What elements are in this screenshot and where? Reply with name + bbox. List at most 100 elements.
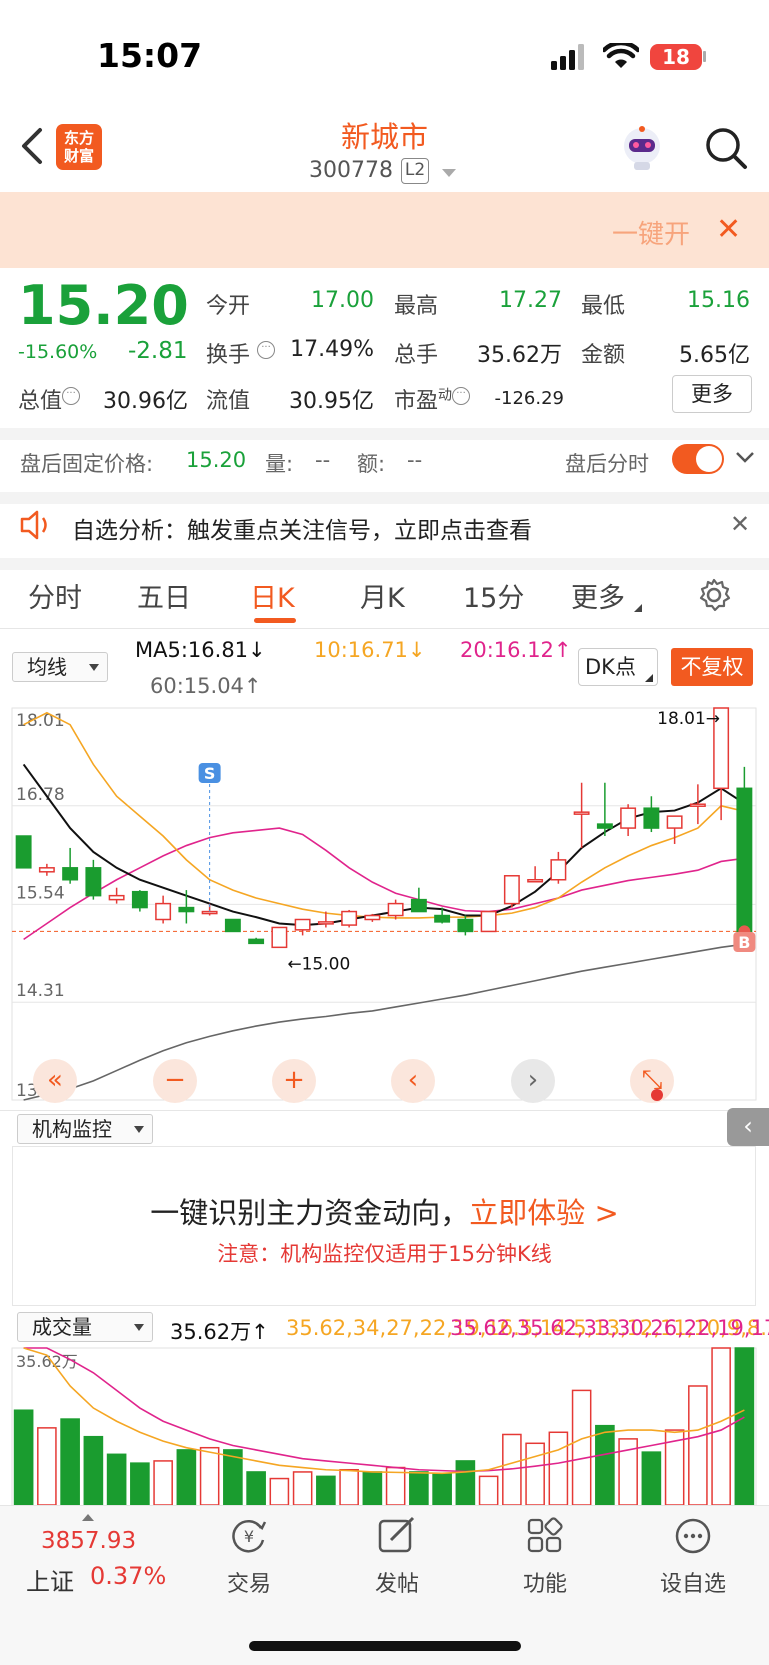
ma20-value: 20:16.12↑ xyxy=(460,638,572,662)
volume-bar xyxy=(199,1446,220,1505)
ma10-value: 10:16.71↓ xyxy=(314,638,426,662)
robot-assistant-icon[interactable] xyxy=(618,124,666,172)
candle-body xyxy=(689,803,706,807)
institution-select[interactable]: 机构监控 xyxy=(17,1114,153,1144)
volume-chart[interactable]: 35.62万 xyxy=(0,1340,769,1505)
zoom-in-button[interactable]: + xyxy=(272,1059,316,1103)
pe-label-sup: 动 xyxy=(438,387,453,404)
index-change[interactable]: 0.37% xyxy=(90,1562,166,1590)
candle-body xyxy=(224,918,241,933)
promo-banner-text[interactable]: 一键开 xyxy=(612,214,690,251)
tab-monthly-k[interactable]: 月K xyxy=(360,576,405,615)
pe-value: -126.29 xyxy=(494,388,564,409)
search-icon[interactable] xyxy=(704,126,748,170)
turnover-label: 换手 ··· xyxy=(206,337,276,369)
stock-switch-dropdown-icon[interactable] xyxy=(442,169,456,177)
collapse-side-tab[interactable]: ‹ xyxy=(727,1108,769,1146)
volume-bar xyxy=(362,1471,383,1505)
banner-close-icon[interactable]: ✕ xyxy=(716,212,741,247)
candle-body xyxy=(155,902,172,921)
scroll-left-button[interactable]: ‹ xyxy=(391,1059,435,1103)
more-dots-icon xyxy=(675,1518,711,1554)
no-adjust-button[interactable]: 不复权 xyxy=(671,648,753,686)
trade-tab[interactable]: ¥ 交易 xyxy=(204,1516,294,1598)
more-quote-button[interactable]: 更多 xyxy=(672,375,752,413)
settings-gear-icon[interactable] xyxy=(697,578,731,612)
ma5-value: MA5:16.81↓ xyxy=(135,638,266,662)
volume-bar xyxy=(525,1442,545,1505)
candlestick-chart[interactable]: 18.0116.7815.5414.3113.0818.01→←15.00SB xyxy=(0,700,769,1110)
pe-label-text: 市盈 xyxy=(394,389,439,414)
volume-bar xyxy=(246,1471,266,1505)
post-tab-label: 发帖 xyxy=(374,1572,419,1597)
institution-headline[interactable]: 一键识别主力资金动向，立即体验 > xyxy=(0,1190,769,1232)
status-bar: 15:07 18 xyxy=(0,0,769,110)
svg-text:¥: ¥ xyxy=(244,1527,254,1546)
float-cap-label: 流值 xyxy=(206,389,251,414)
change-amount: -2.81 xyxy=(128,338,188,364)
info-dots-icon[interactable]: ··· xyxy=(452,387,471,405)
volume-bar xyxy=(130,1462,150,1505)
total-hands-label: 总手 xyxy=(394,343,439,368)
tab-five-day[interactable]: 五日 xyxy=(137,576,191,615)
candle-body xyxy=(364,914,381,921)
home-indicator xyxy=(249,1641,521,1651)
functions-tab-label: 功能 xyxy=(522,1572,567,1597)
scroll-right-button[interactable]: › xyxy=(511,1059,555,1103)
section-divider xyxy=(0,558,769,570)
candle-body xyxy=(573,811,590,815)
alert-message[interactable]: 自选分析：触发重点关注信号，立即点击查看 xyxy=(72,511,532,545)
info-dots-icon[interactable]: ··· xyxy=(62,387,81,405)
try-now-link[interactable]: 立即体验 > xyxy=(469,1196,619,1230)
pe-label: 市盈动 ··· xyxy=(394,383,471,415)
indicator-select[interactable]: 均线 xyxy=(12,652,108,682)
tab-15min[interactable]: 15分 xyxy=(463,576,524,615)
after-hours-amt-label: 额: xyxy=(357,452,386,476)
volume-bar xyxy=(37,1427,57,1505)
scroll-to-start-button[interactable]: « xyxy=(33,1059,77,1103)
index-name[interactable]: 上证 xyxy=(26,1562,74,1597)
candle-body xyxy=(85,867,102,897)
tab-daily-k[interactable]: 日K xyxy=(250,576,295,615)
candle-body xyxy=(527,878,544,883)
open-label: 今开 xyxy=(206,294,251,319)
functions-tab[interactable]: 功能 xyxy=(500,1516,590,1598)
candle-body xyxy=(666,815,683,829)
high-value: 17.27 xyxy=(499,288,562,313)
candle-body xyxy=(178,906,195,913)
zoom-out-button[interactable]: − xyxy=(153,1059,197,1103)
tab-more[interactable]: 更多 xyxy=(571,576,625,615)
sell-marker-text: S xyxy=(204,764,216,783)
total-hands-value: 35.62万 xyxy=(477,343,562,368)
after-hours-label: 盘后固定价格: xyxy=(20,452,154,476)
after-hours-toggle-label: 盘后分时 xyxy=(565,452,649,476)
yen-cycle-icon: ¥ xyxy=(232,1520,267,1553)
volume-bar xyxy=(548,1431,569,1505)
chevron-down-icon[interactable] xyxy=(734,446,756,468)
status-time: 15:07 xyxy=(97,36,203,75)
tab-intraday[interactable]: 分时 xyxy=(28,576,82,615)
market-cap-label-text: 总值 xyxy=(18,389,63,414)
post-tab[interactable]: 发帖 xyxy=(352,1516,442,1598)
add-watchlist-tab-label: 设自选 xyxy=(659,1572,726,1597)
candle-body xyxy=(15,835,32,869)
high-label: 最高 xyxy=(394,294,439,319)
candle-body xyxy=(38,867,55,873)
ma60-value: 60:15.04↑ xyxy=(150,674,262,698)
active-tab-underline xyxy=(254,618,296,623)
volume-bar xyxy=(292,1471,313,1505)
volume-bar xyxy=(316,1475,336,1505)
volume-select[interactable]: 成交量 xyxy=(17,1312,153,1342)
info-dots-icon[interactable]: ··· xyxy=(257,341,276,359)
level-badge[interactable]: L2 xyxy=(401,158,429,184)
stock-code[interactable]: 300778 xyxy=(309,158,393,183)
index-expand-icon[interactable] xyxy=(82,1514,94,1521)
alert-close-icon[interactable]: ✕ xyxy=(730,510,750,538)
volume-bar xyxy=(60,1418,80,1505)
amount-label: 金额 xyxy=(581,343,626,368)
add-watchlist-tab[interactable]: 设自选 xyxy=(648,1516,738,1598)
index-value[interactable]: 3857.93 xyxy=(41,1528,136,1554)
high-marker-label: 18.01→ xyxy=(657,709,720,729)
buy-marker-text: B xyxy=(738,933,750,952)
section-divider xyxy=(0,492,769,504)
